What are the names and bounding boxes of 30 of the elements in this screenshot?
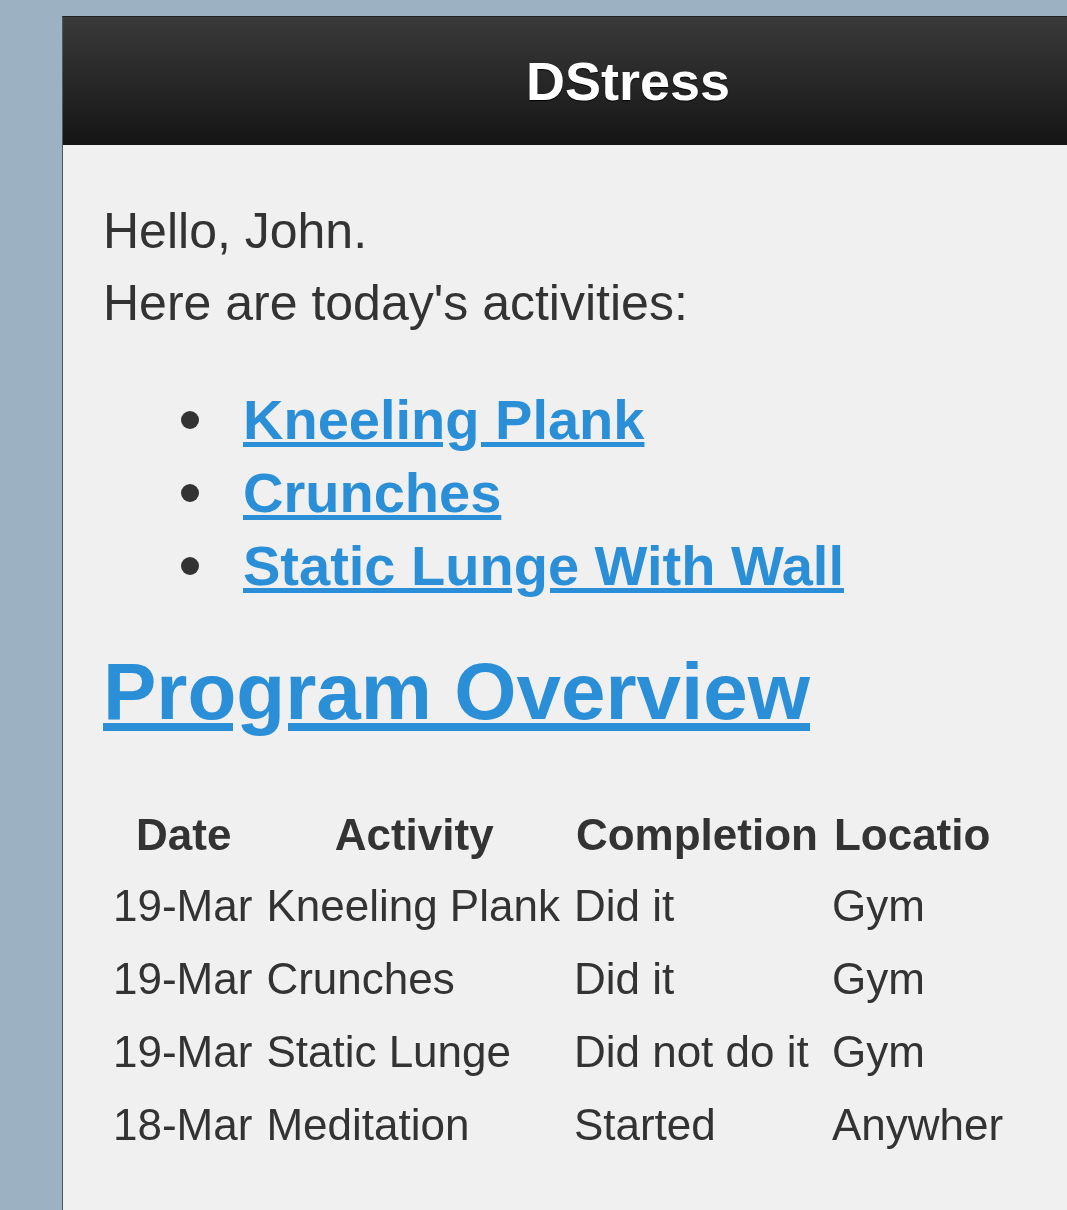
activity-link[interactable]: Static Lunge With Wall	[243, 533, 844, 598]
table-cell-text: Did not do it	[572, 1025, 810, 1078]
table-cell-text: Crunches	[265, 952, 456, 1005]
column-header: Locatio	[832, 809, 992, 861]
table-cell-text: Did it	[572, 879, 676, 932]
table-cell-text: 19-Mar	[112, 879, 254, 932]
table-cell-text: Did it	[572, 952, 676, 1005]
table-cell-text: Kneeling Plank	[265, 879, 561, 932]
table-cell-text: Started	[572, 1098, 717, 1151]
app-title: DStress	[525, 50, 731, 112]
table-cell-text: 19-Mar	[112, 1025, 254, 1078]
column-header: Activity	[333, 809, 495, 861]
bullet-icon	[181, 483, 199, 502]
bullet-icon	[181, 556, 199, 575]
table-cell-text: Meditation	[265, 1098, 471, 1151]
activity-link[interactable]: Kneeling Plank	[243, 387, 645, 452]
column-header: Date	[135, 809, 233, 861]
table-cell-text: Static Lunge	[265, 1025, 512, 1078]
table-cell-text: Anywher	[830, 1098, 1005, 1151]
table-cell-text: 19-Mar	[112, 952, 254, 1005]
column-header: Completion	[574, 809, 819, 861]
bullet-icon	[181, 410, 199, 429]
table-cell-text: Gym	[830, 952, 926, 1005]
greeting-text: Here are today's activities:	[103, 274, 689, 333]
table-cell-text: Gym	[830, 1025, 926, 1078]
activity-link[interactable]: Crunches	[243, 460, 502, 525]
greeting-text: Hello, John.	[103, 202, 369, 261]
table-cell-text: Gym	[830, 879, 926, 932]
overview-link[interactable]: Program Overview	[103, 646, 810, 738]
table-cell-text: 18-Mar	[112, 1098, 254, 1151]
